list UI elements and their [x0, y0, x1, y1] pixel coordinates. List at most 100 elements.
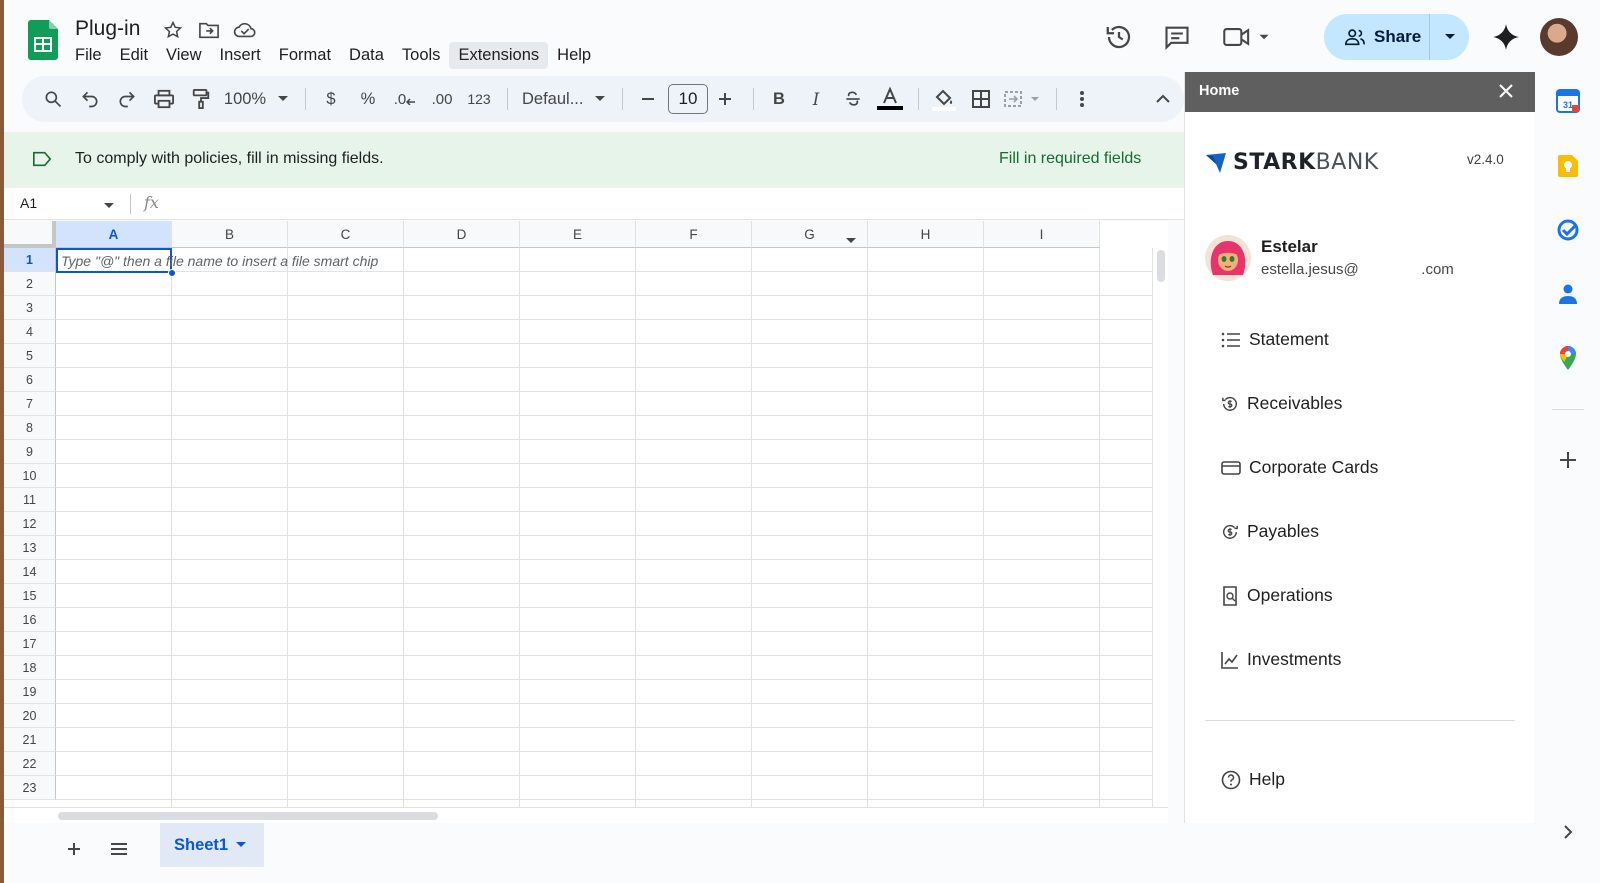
column-header-e[interactable]: E	[520, 221, 636, 248]
nav-investments[interactable]: Investments	[1221, 649, 1341, 670]
nav-receivables[interactable]: Receivables	[1221, 393, 1342, 414]
row-header-3[interactable]: 3	[4, 296, 56, 320]
nav-payables[interactable]: Payables	[1221, 521, 1319, 542]
row-header-5[interactable]: 5	[4, 344, 56, 368]
name-box[interactable]: A1	[20, 195, 37, 211]
row-header-11[interactable]: 11	[4, 488, 56, 512]
more-options-icon[interactable]	[1065, 83, 1099, 115]
column-header-c[interactable]: C	[288, 221, 404, 248]
sheet-tab-dropdown-icon[interactable]	[236, 842, 247, 848]
menu-format[interactable]: Format	[270, 42, 340, 69]
currency-format-button[interactable]: $	[314, 83, 348, 115]
gemini-icon[interactable]	[1492, 14, 1520, 60]
all-sheets-icon[interactable]	[105, 835, 133, 863]
add-icon[interactable]	[1556, 448, 1580, 472]
column-g-filter-icon[interactable]	[846, 231, 856, 249]
menu-edit[interactable]: Edit	[111, 42, 157, 69]
print-icon[interactable]	[147, 83, 181, 115]
meet-icon[interactable]	[1222, 14, 1272, 60]
version-history-icon[interactable]	[1104, 14, 1134, 60]
zoom-select[interactable]: 100%	[221, 83, 269, 115]
merge-cells-icon[interactable]	[1001, 83, 1045, 115]
select-all-corner[interactable]	[4, 221, 56, 248]
search-icon[interactable]	[36, 83, 70, 115]
account-avatar[interactable]	[1540, 18, 1578, 56]
column-header-i[interactable]: I	[984, 221, 1100, 248]
column-header-d[interactable]: D	[404, 221, 520, 248]
menu-insert[interactable]: Insert	[211, 42, 270, 69]
row-header-16[interactable]: 16	[4, 608, 56, 632]
maps-icon[interactable]	[1556, 346, 1580, 370]
redo-icon[interactable]	[110, 83, 144, 115]
paint-format-icon[interactable]	[184, 83, 218, 115]
menu-help[interactable]: Help	[548, 42, 600, 69]
text-color-icon[interactable]	[873, 83, 907, 115]
calendar-icon[interactable]: 31	[1556, 89, 1580, 113]
nav-operations[interactable]: Operations	[1221, 585, 1333, 606]
row-header-15[interactable]: 15	[4, 584, 56, 608]
row-header-17[interactable]: 17	[4, 632, 56, 656]
column-header-f[interactable]: F	[636, 221, 752, 248]
close-icon[interactable]	[1497, 82, 1515, 105]
row-header-4[interactable]: 4	[4, 320, 56, 344]
decrease-decimal-button[interactable]: .0	[388, 83, 422, 115]
row-header-1[interactable]: 1	[4, 248, 56, 272]
more-formats-button[interactable]: 123	[462, 83, 496, 115]
nav-statement[interactable]: Statement	[1221, 329, 1329, 350]
name-box-dropdown-icon[interactable]	[104, 196, 114, 214]
strikethrough-icon[interactable]	[836, 83, 870, 115]
menu-tools[interactable]: Tools	[393, 42, 450, 69]
row-header-12[interactable]: 12	[4, 512, 56, 536]
horizontal-scroll-thumb[interactable]	[58, 812, 438, 820]
add-sheet-icon[interactable]	[60, 835, 88, 863]
document-title[interactable]: Plug-in	[75, 17, 140, 41]
fill-required-fields-link[interactable]: Fill in required fields	[999, 150, 1141, 168]
spreadsheet-grid[interactable]: A B C D E F G H I 1 2 3 4 5 6 7 8 9 10 11 12 13 14 15 16 17 18 19 20…	[4, 221, 1168, 807]
comments-icon[interactable]	[1163, 14, 1191, 60]
menu-view[interactable]: View	[157, 42, 210, 69]
row-header-22[interactable]: 22	[4, 752, 56, 776]
nav-corporate-cards[interactable]: Corporate Cards	[1221, 457, 1378, 478]
row-header-20[interactable]: 20	[4, 704, 56, 728]
row-header-14[interactable]: 14	[4, 560, 56, 584]
row-header-6[interactable]: 6	[4, 368, 56, 392]
bold-button[interactable]: B	[762, 83, 796, 115]
row-header-23[interactable]: 23	[4, 776, 56, 800]
tasks-icon[interactable]	[1556, 218, 1580, 242]
vertical-scroll-thumb[interactable]	[1157, 250, 1165, 282]
column-header-a[interactable]: A	[56, 221, 172, 248]
horizontal-scrollbar[interactable]	[4, 807, 1168, 823]
move-folder-icon[interactable]	[197, 18, 221, 42]
share-main-button[interactable]: Share	[1324, 14, 1430, 60]
row-header-8[interactable]: 8	[4, 416, 56, 440]
menu-file[interactable]: File	[66, 42, 111, 69]
row-header-2[interactable]: 2	[4, 272, 56, 296]
increase-decimal-button[interactable]: .00	[425, 83, 459, 115]
row-header-13[interactable]: 13	[4, 536, 56, 560]
contacts-icon[interactable]	[1556, 282, 1580, 306]
row-header-21[interactable]: 21	[4, 728, 56, 752]
share-button[interactable]: Share	[1324, 14, 1469, 60]
row-header-9[interactable]: 9	[4, 440, 56, 464]
column-header-h[interactable]: H	[868, 221, 984, 248]
cloud-status-icon[interactable]	[233, 18, 257, 42]
font-dropdown-icon[interactable]	[589, 83, 611, 115]
vertical-scrollbar[interactable]	[1152, 248, 1168, 807]
fill-handle[interactable]	[168, 269, 176, 277]
zoom-dropdown-icon[interactable]	[272, 83, 294, 115]
sheet-tab-sheet1[interactable]: Sheet1	[160, 823, 264, 867]
font-size-input[interactable]: 10	[668, 84, 708, 114]
star-icon[interactable]	[161, 18, 185, 42]
nav-help[interactable]: Help	[1221, 769, 1285, 790]
borders-icon[interactable]	[964, 83, 998, 115]
expand-panel-icon[interactable]	[1556, 820, 1580, 844]
menu-extensions[interactable]: Extensions	[449, 42, 549, 69]
row-header-7[interactable]: 7	[4, 392, 56, 416]
collapse-menus-icon[interactable]	[1146, 83, 1180, 115]
share-dropdown-icon[interactable]	[1430, 14, 1469, 60]
sheets-logo-icon[interactable]	[28, 20, 58, 60]
percent-format-button[interactable]: %	[351, 83, 385, 115]
decrease-font-size-icon[interactable]	[631, 83, 665, 115]
undo-icon[interactable]	[73, 83, 107, 115]
increase-font-size-icon[interactable]	[708, 83, 742, 115]
